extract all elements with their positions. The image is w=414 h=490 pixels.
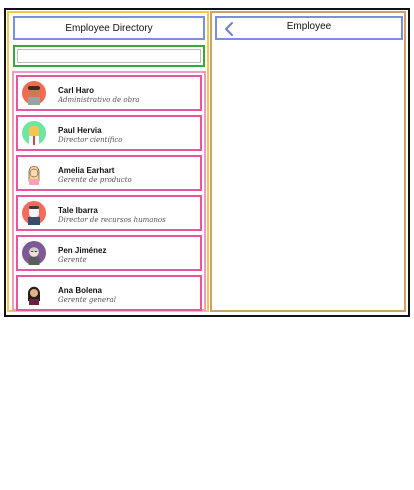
- employee-name: Pen Jiménez: [58, 246, 107, 255]
- avatar-icon: [22, 81, 46, 105]
- list-item-ana-bolena[interactable]: Ana Bolena Gerente general: [16, 275, 202, 311]
- list-item-amelia-earhart[interactable]: Amelia Earhart Gerente de producto: [16, 155, 202, 191]
- employee-header: Employee: [215, 16, 403, 40]
- app-frame: Employee Directory Carl Haro Administrat…: [4, 8, 410, 317]
- employee-name: Tale Ibarra: [58, 206, 98, 215]
- employee-name: Paul Hervia: [58, 126, 102, 135]
- directory-header: Employee Directory: [13, 16, 205, 40]
- employee-title: Director de recursos humanos: [58, 216, 166, 224]
- employee-name: Carl Haro: [58, 86, 95, 95]
- employee-detail-pane: Employee: [210, 11, 406, 312]
- list-item-tale-ibarra[interactable]: Tale Ibarra Director de recursos humanos: [16, 195, 202, 231]
- list-item-carl-haro[interactable]: Carl Haro Administrativo de obra: [16, 75, 202, 111]
- employee-name: Amelia Earhart: [58, 166, 115, 175]
- directory-title: Employee Directory: [65, 22, 153, 34]
- avatar-icon: [22, 281, 46, 305]
- avatar-icon: [22, 121, 46, 145]
- avatar-icon: [22, 241, 46, 265]
- list-item-paul-hervia[interactable]: Paul Hervia Director científico: [16, 115, 202, 151]
- directory-pane: Employee Directory Carl Haro Administrat…: [7, 11, 209, 312]
- employee-title: Gerente general: [58, 296, 116, 304]
- list-item-pen-jimenez[interactable]: Pen Jiménez Gerente: [16, 235, 202, 271]
- search-field[interactable]: [13, 45, 205, 67]
- employee-title: Gerente: [58, 256, 87, 264]
- chevron-left-icon[interactable]: [223, 21, 235, 37]
- avatar-icon: [22, 161, 46, 185]
- employee-title-text: Employee: [286, 20, 332, 32]
- employee-title: Gerente de producto: [58, 176, 132, 184]
- avatar-icon: [22, 201, 46, 225]
- employee-title: Director científico: [58, 136, 123, 144]
- search-input[interactable]: [17, 49, 201, 63]
- employee-list: Carl Haro Administrativo de obra Paul He…: [12, 71, 206, 311]
- employee-title: Administrativo de obra: [58, 96, 140, 104]
- employee-name: Ana Bolena: [58, 286, 103, 295]
